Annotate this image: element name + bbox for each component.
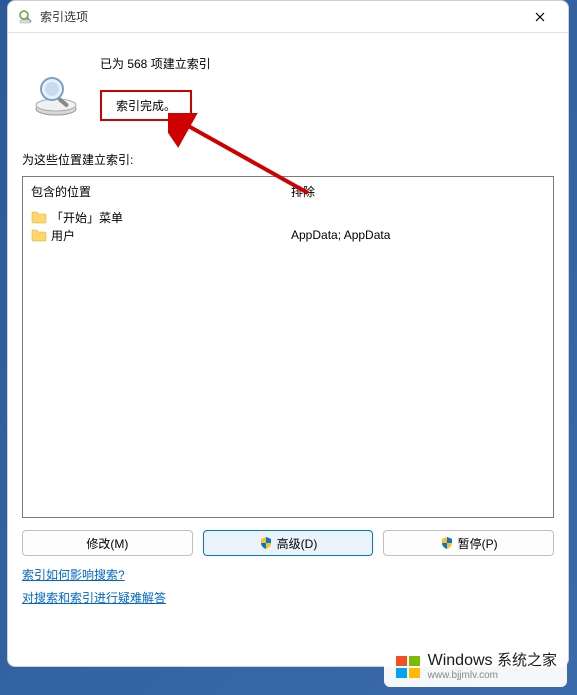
column-included: 包含的位置: [31, 183, 291, 200]
pause-button-label: 暂停(P): [458, 535, 498, 552]
list-item[interactable]: 用户 AppData; AppData: [31, 226, 545, 244]
list-header: 包含的位置 排除: [23, 177, 553, 206]
pause-button[interactable]: 暂停(P): [383, 530, 554, 556]
column-excluded: 排除: [291, 183, 545, 200]
dialog-content: 已为 568 项建立索引 索引完成。 为这些位置建立索引: 包含的位置 排除 「…: [8, 33, 568, 666]
advanced-button-label: 高级(D): [277, 535, 318, 552]
watermark-brand: Windows 系统之家: [428, 652, 557, 670]
indexing-options-dialog: 索引选项 已为 568 项建立索引 索引完成。: [7, 0, 569, 667]
button-row: 修改(M) 高级(D) 暂停(P): [22, 530, 554, 556]
modify-button[interactable]: 修改(M): [22, 530, 193, 556]
help-links: 索引如何影响搜索? 对搜索和索引进行疑难解答: [22, 566, 554, 612]
windows-logo-icon: [394, 653, 422, 681]
indexing-complete-label: 索引完成。: [100, 90, 192, 121]
close-button[interactable]: [520, 3, 560, 31]
folder-icon: [31, 210, 47, 224]
window-title: 索引选项: [40, 8, 520, 25]
locations-list: 包含的位置 排除 「开始」菜单 用户 AppData; AppData: [22, 176, 554, 518]
advanced-button[interactable]: 高级(D): [203, 530, 374, 556]
indexed-count: 已为 568 项建立索引: [100, 55, 211, 72]
folder-icon: [31, 228, 47, 242]
list-body: 「开始」菜单 用户 AppData; AppData: [23, 206, 553, 517]
how-affect-link[interactable]: 索引如何影响搜索?: [22, 566, 125, 583]
shield-icon: [440, 536, 454, 550]
titlebar: 索引选项: [8, 1, 568, 33]
status-text: 已为 568 项建立索引 索引完成。: [100, 47, 211, 121]
location-name: 用户: [51, 227, 291, 244]
list-item[interactable]: 「开始」菜单: [31, 208, 545, 226]
locations-label: 为这些位置建立索引:: [22, 151, 554, 168]
shield-icon: [259, 536, 273, 550]
watermark-url: www.bjjmlv.com: [428, 670, 557, 681]
indexing-icon: [32, 71, 80, 119]
modify-button-label: 修改(M): [86, 535, 128, 552]
location-name: 「开始」菜单: [51, 209, 291, 226]
watermark: Windows 系统之家 www.bjjmlv.com: [384, 646, 567, 687]
search-index-icon: [18, 9, 34, 25]
troubleshoot-link[interactable]: 对搜索和索引进行疑难解答: [22, 589, 166, 606]
location-exclude: AppData; AppData: [291, 228, 545, 242]
status-area: 已为 568 项建立索引 索引完成。: [22, 47, 554, 121]
